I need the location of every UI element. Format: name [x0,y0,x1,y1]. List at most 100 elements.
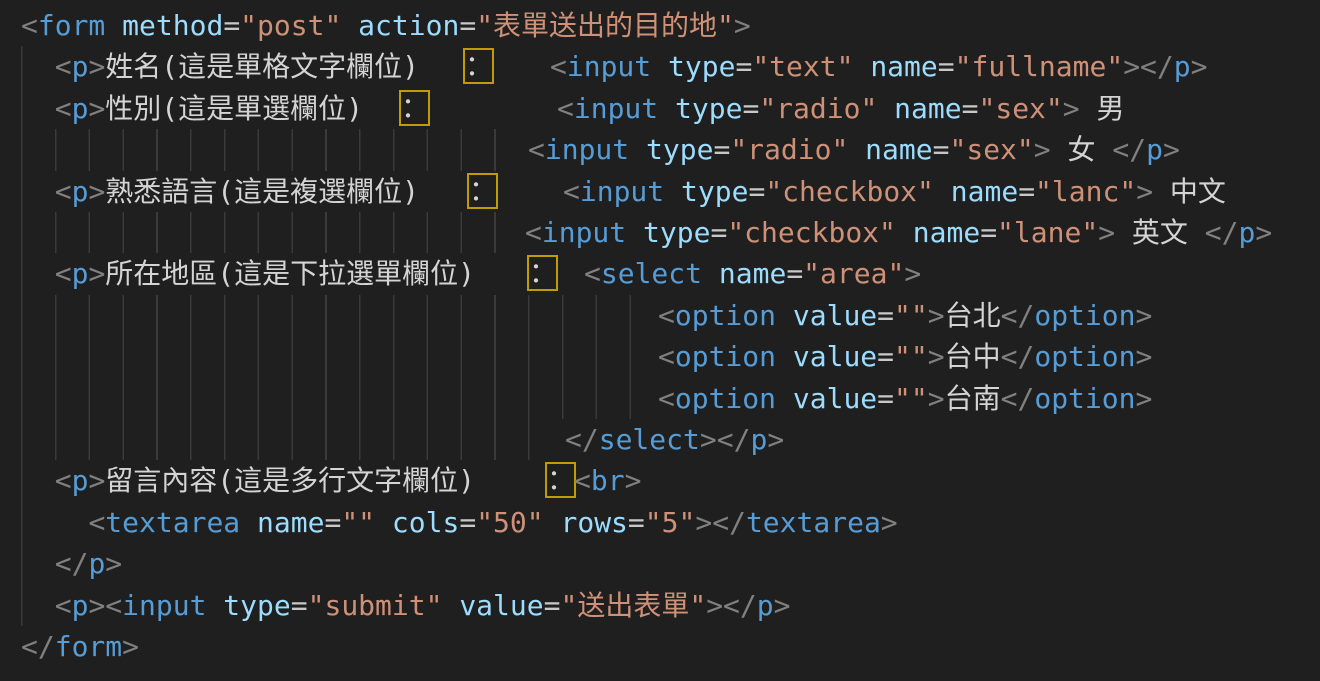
code-token [21,547,55,580]
code-line-9[interactable]: <option value="">台中</option> [0,336,1320,377]
indent-guides [21,336,631,377]
code-line-7[interactable]: <p>所在地區(這是下拉選單欄位)：<select name="area"> [0,253,1320,294]
code-line-12[interactable]: <p>留言內容(這是多行文字欄位)：<br> [0,460,1320,501]
code-line-6[interactable]: <input type="checkbox" name="lane"> 英文 <… [0,212,1320,253]
indent-guides [21,88,23,129]
code-token: "sex" [949,133,1033,166]
code-token [21,175,55,208]
code-token: = [938,50,955,83]
code-token: option [1034,382,1135,415]
code-token: option [675,340,776,373]
code-token: > [88,92,105,125]
code-token: value [776,382,877,415]
code-token: p [72,464,89,497]
code-token: = [748,175,765,208]
code-token: p [72,589,89,622]
code-run: <p>留言內容(這是多行文字欄位) [21,464,475,497]
code-token: 中文 [1153,175,1226,208]
code-token: "送出表單" [560,589,706,622]
code-token: = [877,299,894,332]
code-token: "submit" [308,589,443,622]
code-token: option [675,299,776,332]
code-line-5[interactable]: <p>熟悉語言(這是複選欄位)：<input type="checkbox" n… [0,171,1320,212]
code-run: <p>所在地區(這是下拉選單欄位) [21,257,475,290]
code-run: <input type="checkbox" name="lanc"> 中文 [563,171,1226,212]
code-line-1[interactable]: <form method="post" action="表單送出的目的地"> [0,5,1320,46]
code-token: type [626,216,710,249]
code-token: < [658,340,675,373]
code-token: > [928,299,945,332]
code-line-10[interactable]: <option value="">台南</option> [0,378,1320,419]
code-run: <input type="text" name="fullname"></p> [550,46,1208,87]
code-token: name [853,50,937,83]
code-line-11[interactable]: </select></p> [0,419,1320,460]
code-token: p [72,92,89,125]
code-token: ></ [695,506,746,539]
code-token: 性別(這是單選欄位) [105,92,363,125]
code-token: value [776,340,877,373]
code-editor[interactable]: <form method="post" action="表單送出的目的地"> <… [0,0,1320,681]
code-token: < [528,133,545,166]
code-token: "text" [752,50,853,83]
code-token: 熟悉語言(這是複選欄位) [105,175,419,208]
code-token [21,464,55,497]
code-token: cols [375,506,459,539]
code-run: <option value="">台中</option> [658,336,1152,377]
unicode-highlight-colon-box: ： [463,48,494,84]
page: { "editor": { "background": "#1f1f1f", "… [0,0,1320,681]
code-token: < [574,464,591,497]
code-line-13[interactable]: <textarea name="" cols="50" rows="5"></t… [0,502,1320,543]
code-token: = [713,133,730,166]
code-run: <textarea name="" cols="50" rows="5"></t… [21,506,898,539]
indent-guides [21,253,23,294]
code-line-2[interactable]: <p>姓名(這是單格文字欄位)：<input type="text" name=… [0,46,1320,87]
code-token: value [776,299,877,332]
code-run: </select></p> [565,419,784,460]
code-token: "lanc" [1035,175,1136,208]
code-token: 留言內容(這是多行文字欄位) [105,464,475,497]
code-line-14[interactable]: </p> [0,543,1320,584]
code-token: = [544,589,561,622]
code-token: rows [544,506,628,539]
code-token: = [980,216,997,249]
indent-guides [21,543,23,584]
code-token: > [1136,382,1153,415]
code-token: ></ [700,423,751,456]
code-token: textarea [105,506,240,539]
code-run: <select name="area"> [584,253,921,294]
code-token: "area" [803,257,904,290]
code-token: = [877,340,894,373]
code-line-15[interactable]: <p><input type="submit" value="送出表單"></p… [0,585,1320,626]
indent-guides [21,502,23,543]
code-token: </ [565,423,599,456]
code-token: name [896,216,980,249]
code-token: "" [894,299,928,332]
code-token: < [550,50,567,83]
code-token: 女 [1051,133,1113,166]
code-run: <p>性別(這是單選欄位) [21,92,363,125]
code-token: = [223,9,240,42]
code-run: </form> [21,630,139,663]
code-line-3[interactable]: <p>性別(這是單選欄位)：<input type="radio" name="… [0,88,1320,129]
code-line-16[interactable]: </form> [0,626,1320,667]
code-token: option [1034,340,1135,373]
code-token: "radio" [759,92,877,125]
code-token: </ [1001,299,1035,332]
code-line-4[interactable]: <input type="radio" name="sex"> 女 </p> [0,129,1320,170]
code-token: br [591,464,625,497]
code-token: input [567,50,651,83]
indent-guides [21,129,496,170]
code-token: = [786,257,803,290]
code-token: "表單送出的目的地" [476,9,734,42]
code-token: method [105,9,223,42]
code-line-8[interactable]: <option value="">台北</option> [0,295,1320,336]
indent-guides [21,171,23,212]
indent-guides [21,419,530,460]
code-token: ></ [706,589,757,622]
code-token: input [574,92,658,125]
code-token: type [629,133,713,166]
code-token: p [72,175,89,208]
code-token: > [1163,133,1180,166]
code-token: ></ [1123,50,1174,83]
code-token: > [88,257,105,290]
